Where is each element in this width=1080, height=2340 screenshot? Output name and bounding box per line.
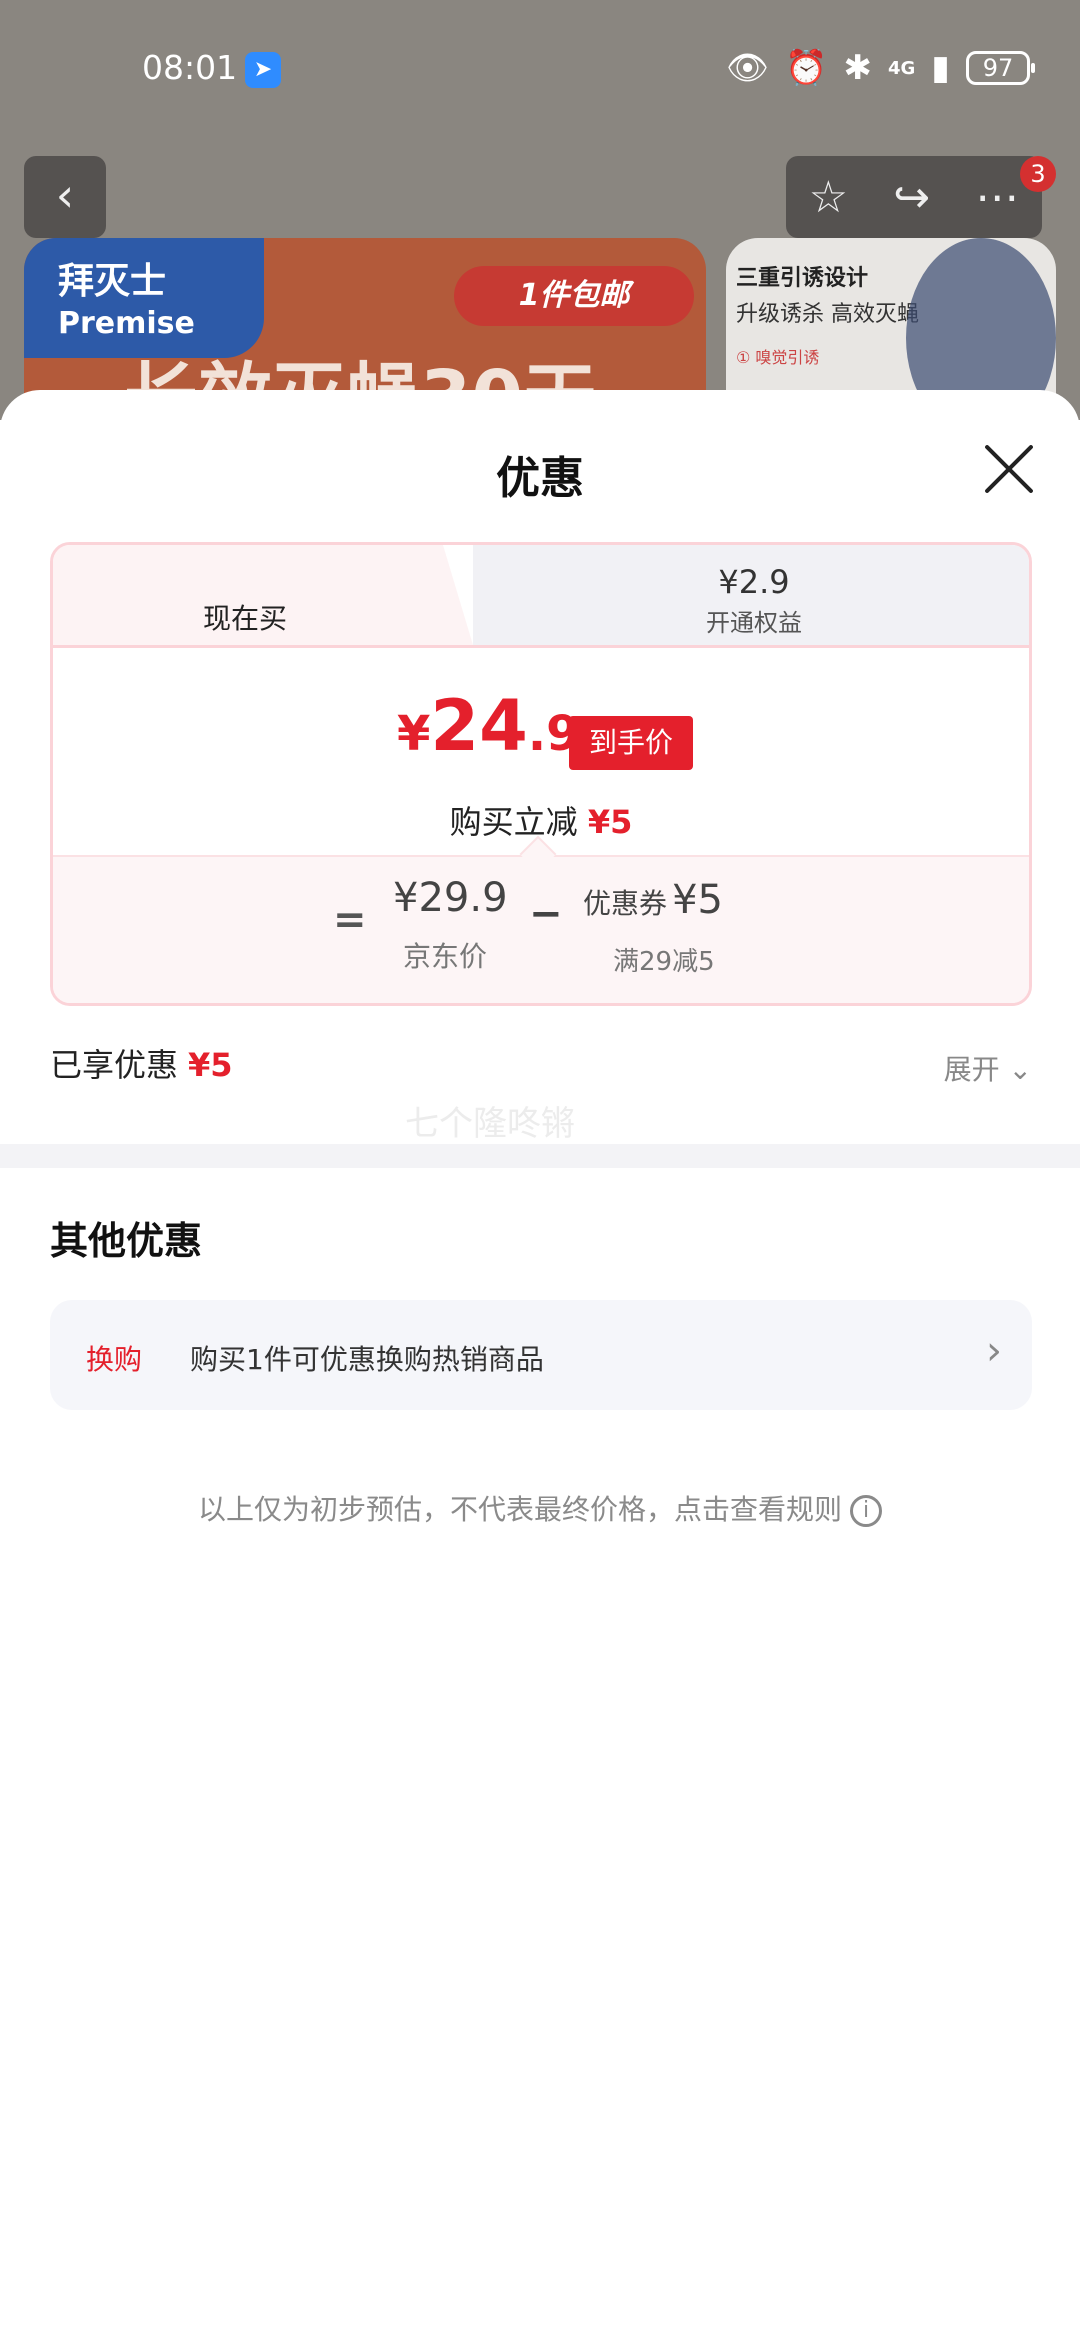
star-icon[interactable]: ☆ bbox=[809, 172, 848, 223]
membership-label: 开通权益 bbox=[706, 609, 802, 637]
final-price-integer: 24 bbox=[430, 685, 528, 767]
coupon-label: 优惠券 bbox=[583, 887, 668, 920]
disclaimer[interactable]: 以上仅为初步预估，不代表最终价格，点击查看规则 i bbox=[0, 1488, 1080, 1528]
discount-sheet: 优惠 ¥2.9 开通权益 现在买 ¥24.9 到手价 购买立减 ¥5 = ¥29… bbox=[0, 390, 1080, 2340]
share-icon[interactable]: ↪ bbox=[893, 172, 930, 223]
more-icon[interactable]: ⋯ bbox=[975, 172, 1019, 223]
instant-reduce: 购买立减 ¥5 bbox=[53, 797, 1029, 843]
final-price-currency: ¥ bbox=[397, 706, 431, 762]
other-discounts-title: 其他优惠 bbox=[50, 1219, 203, 1263]
price-card: ¥2.9 开通权益 现在买 ¥24.9 到手价 购买立减 ¥5 = ¥29.9 … bbox=[50, 542, 1032, 1006]
enjoyed-label: 已享优惠 bbox=[50, 1046, 179, 1084]
instant-reduce-amount: ¥5 bbox=[587, 803, 633, 841]
status-time: 08:01 bbox=[142, 48, 238, 87]
message-count-badge: 3 bbox=[1020, 156, 1056, 192]
chevron-right-icon[interactable]: › bbox=[986, 1328, 1002, 1374]
battery-indicator: 97 bbox=[966, 51, 1035, 85]
info-icon[interactable]: i bbox=[850, 1495, 882, 1527]
bluetooth-icon: ✱ bbox=[843, 48, 872, 88]
equals-sign: = bbox=[333, 897, 367, 943]
status-bar: 08:01 ➤ 👁 ⏰ ✱ 4G ▮ 97 bbox=[0, 0, 1080, 140]
jd-price-label: 京东价 bbox=[403, 940, 488, 973]
final-price: ¥24.9 bbox=[397, 685, 579, 767]
final-price-tag: 到手价 bbox=[569, 716, 693, 770]
swap-offer-row[interactable]: 换购 购买1件可优惠换购热销商品 › bbox=[50, 1300, 1032, 1410]
tab-buy-now[interactable] bbox=[53, 545, 523, 655]
close-button[interactable] bbox=[980, 440, 1036, 496]
minus-sign: − bbox=[529, 891, 563, 937]
top-actions: ☆ ↪ ⋯ bbox=[786, 156, 1042, 238]
coupon: 优惠券 ¥5 bbox=[583, 877, 723, 923]
eye-icon: 👁 bbox=[725, 48, 770, 88]
disclaimer-text[interactable]: 以上仅为初步预估，不代表最终价格，点击查看规则 bbox=[198, 1493, 842, 1526]
shipping-badge: 1件包邮 bbox=[454, 266, 694, 326]
swap-tag: 换购 bbox=[86, 1343, 143, 1376]
sheet-title: 优惠 bbox=[496, 453, 584, 504]
brand-name-en: Premise bbox=[58, 306, 195, 341]
swap-description: 购买1件可优惠换购热销商品 bbox=[190, 1343, 544, 1376]
alarm-icon: ⏰ bbox=[785, 48, 828, 88]
expand-label[interactable]: 展开 bbox=[944, 1053, 1000, 1086]
instant-reduce-label: 购买立减 bbox=[449, 803, 578, 841]
network-type: 4G bbox=[887, 57, 916, 79]
jd-price: ¥29.9 bbox=[393, 875, 508, 921]
coupon-amount: ¥5 bbox=[672, 877, 724, 923]
enjoyed-discount: 已享优惠 ¥5 bbox=[50, 1040, 233, 1086]
membership-price: ¥2.9 bbox=[718, 563, 790, 601]
back-button[interactable]: ‹ bbox=[24, 156, 106, 238]
signal-icon: ▮ bbox=[931, 48, 950, 88]
enjoyed-amount: ¥5 bbox=[188, 1046, 233, 1084]
watermark: 七个隆咚锵 bbox=[405, 1104, 575, 1144]
brand-name-cn: 拜灭士 bbox=[58, 261, 167, 302]
tab-buy-now-label[interactable]: 现在买 bbox=[203, 597, 287, 637]
expand-button[interactable]: 展开 ⌄ bbox=[944, 1048, 1032, 1088]
section-divider bbox=[0, 1144, 1080, 1168]
coupon-condition: 满29减5 bbox=[613, 947, 715, 977]
chevron-down-icon[interactable]: ⌄ bbox=[1009, 1053, 1032, 1086]
tab-membership[interactable]: ¥2.9 开通权益 bbox=[473, 545, 1029, 645]
status-icons: 👁 ⏰ ✱ 4G ▮ 97 bbox=[725, 46, 1035, 90]
notification-app-icon: ➤ bbox=[245, 52, 281, 88]
